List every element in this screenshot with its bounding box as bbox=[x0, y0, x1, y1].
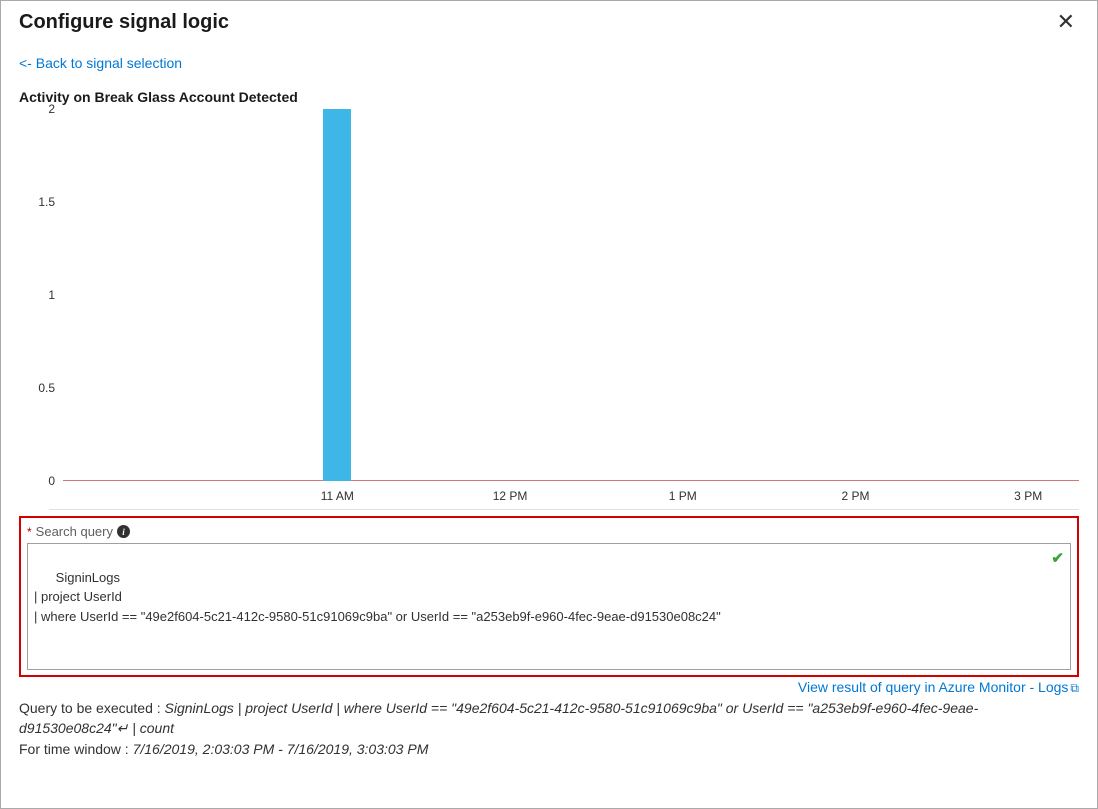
chart-y-tick: 0.5 bbox=[19, 381, 55, 395]
query-execution-info: Query to be executed : SigninLogs | proj… bbox=[19, 698, 1079, 759]
search-query-label-row: * Search query i bbox=[27, 524, 1071, 539]
view-result-link[interactable]: View result of query in Azure Monitor - … bbox=[798, 679, 1079, 695]
time-window-value: 7/16/2019, 2:03:03 PM - 7/16/2019, 3:03:… bbox=[133, 741, 429, 757]
close-icon[interactable]: ✕ bbox=[1053, 9, 1079, 35]
chart-y-tick: 1 bbox=[19, 288, 55, 302]
external-link-icon: ⧉ bbox=[1070, 681, 1079, 695]
chart-x-tick: 1 PM bbox=[669, 489, 697, 503]
query-to-execute-line: Query to be executed : SigninLogs | proj… bbox=[19, 698, 1079, 739]
chart-x-tick: 11 AM bbox=[321, 489, 354, 503]
search-query-text: SigninLogs | project UserId | where User… bbox=[34, 570, 721, 624]
chart-x-axis: 11 AM 12 PM 1 PM 2 PM 3 PM bbox=[63, 481, 1079, 509]
chart-x-tick: 2 PM bbox=[841, 489, 869, 503]
query-to-execute-label: Query to be executed : bbox=[19, 700, 165, 716]
panel-title: Configure signal logic bbox=[19, 11, 229, 34]
search-query-input[interactable]: SigninLogs | project UserId | where User… bbox=[27, 543, 1071, 670]
time-window-line: For time window : 7/16/2019, 2:03:03 PM … bbox=[19, 739, 1079, 759]
search-query-section: * Search query i SigninLogs | project Us… bbox=[19, 516, 1079, 677]
chart-x-tick: 3 PM bbox=[1014, 489, 1042, 503]
signal-logic-panel: Configure signal logic ✕ <- Back to sign… bbox=[0, 0, 1098, 809]
search-query-label: Search query bbox=[36, 524, 113, 539]
view-result-row: View result of query in Azure Monitor - … bbox=[19, 679, 1079, 696]
chart-x-tick: 12 PM bbox=[493, 489, 528, 503]
chart-y-tick: 2 bbox=[19, 102, 55, 116]
chart-bar bbox=[323, 109, 351, 481]
chart: 00.511.52 11 AM 12 PM 1 PM 2 PM 3 PM bbox=[49, 109, 1079, 510]
required-indicator: * bbox=[27, 526, 32, 538]
chart-title: Activity on Break Glass Account Detected bbox=[19, 89, 1079, 105]
chart-plot: 00.511.52 bbox=[63, 109, 1079, 481]
chart-y-tick: 1.5 bbox=[19, 195, 55, 209]
time-window-label: For time window : bbox=[19, 741, 133, 757]
panel-header: Configure signal logic ✕ bbox=[19, 1, 1079, 41]
back-link[interactable]: <- Back to signal selection bbox=[19, 55, 182, 71]
chart-y-tick: 0 bbox=[19, 474, 55, 488]
valid-check-icon: ✔ bbox=[1051, 548, 1064, 571]
view-result-link-text: View result of query in Azure Monitor - … bbox=[798, 679, 1069, 695]
info-icon[interactable]: i bbox=[117, 525, 130, 538]
